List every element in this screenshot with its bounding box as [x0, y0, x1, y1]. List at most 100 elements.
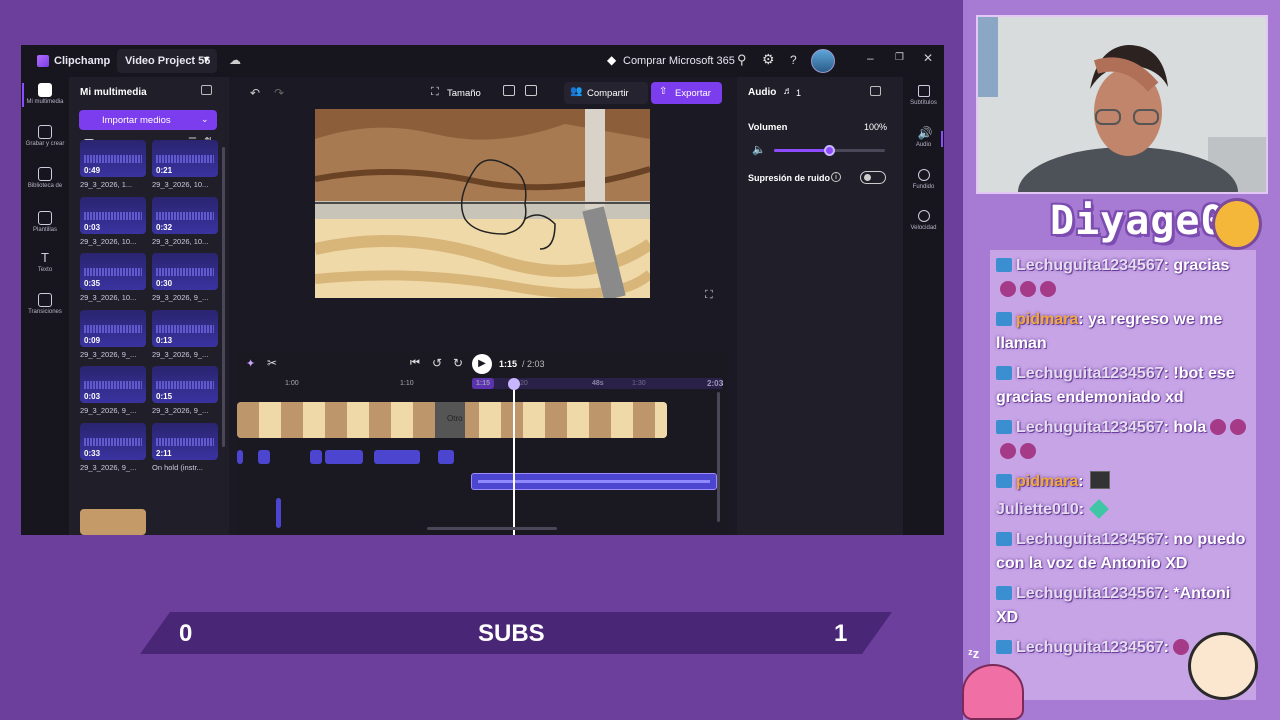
info-icon[interactable]: i	[831, 172, 841, 182]
play-button[interactable]: ▶	[472, 354, 492, 374]
library-icon	[38, 167, 52, 181]
chat-username: Lechuguita1234567	[1016, 365, 1164, 382]
export-label: Exportar	[675, 88, 711, 99]
media-filename: 29_3_2026, 10...	[80, 293, 137, 302]
media-thumbnail[interactable]: 0:03	[80, 197, 146, 234]
crop-icon: ⛶	[431, 86, 439, 98]
split-view-icon[interactable]	[503, 85, 515, 96]
volume-slider-thumb[interactable]	[823, 145, 835, 156]
audio-clip[interactable]	[438, 450, 454, 464]
minimize-icon[interactable]: –	[867, 51, 874, 65]
clipchamp-logo-icon	[37, 55, 49, 67]
media-thumbnail[interactable]: 0:03	[80, 366, 146, 403]
undo-icon[interactable]: ↶	[250, 86, 260, 100]
screenshot-icon[interactable]	[525, 85, 537, 96]
rail-item-my-media[interactable]: Mi multimedia	[21, 83, 69, 106]
chat-text: :	[1163, 639, 1169, 656]
chat-message: Lechuguita1234567: hola	[996, 416, 1248, 464]
chevron-down-icon[interactable]: ⌄	[201, 114, 209, 125]
captions-icon	[917, 85, 930, 97]
timeline-scrollbar[interactable]	[717, 392, 720, 522]
rail-item-fade[interactable]: Fundido	[903, 169, 944, 190]
connect-icon[interactable]: ⚲	[737, 52, 747, 68]
cut-icon[interactable]: ✂	[267, 356, 277, 370]
redo-icon[interactable]: ↷	[274, 86, 284, 100]
channel-name: Diyage0	[1050, 198, 1226, 244]
waveform	[84, 325, 142, 333]
media-thumbnail[interactable]: 0:32	[152, 197, 218, 234]
music-clip-selected[interactable]	[471, 473, 717, 490]
media-thumbnail[interactable]: 0:30	[152, 253, 218, 290]
forward-icon[interactable]: ↻	[453, 356, 463, 370]
media-partial-thumb[interactable]	[80, 509, 146, 535]
media-thumbnail[interactable]: 0:15	[152, 366, 218, 403]
media-filename: 29_3_2026, 9_...	[152, 350, 209, 359]
help-icon[interactable]: ?	[790, 53, 797, 67]
rail-item-transitions[interactable]: Transiciones	[21, 293, 69, 316]
rewind-icon[interactable]: ↺	[432, 356, 442, 370]
media-thumbnail[interactable]: 0:21	[152, 140, 218, 177]
media-thumbnail[interactable]: 0:49	[80, 140, 146, 177]
project-name-dropdown[interactable]: Video Project 56 ▼	[117, 49, 217, 73]
rail-item-text[interactable]: T Texto	[21, 251, 69, 274]
subs-label: SUBS	[478, 620, 545, 647]
rail-item-library[interactable]: Biblioteca de	[21, 167, 69, 190]
audio-clip[interactable]	[258, 450, 270, 464]
noise-suppression-toggle[interactable]	[860, 171, 886, 184]
playhead-handle[interactable]	[508, 378, 520, 390]
timeline-h-scrollbar[interactable]	[427, 527, 557, 530]
fullscreen-icon[interactable]: ⛶	[705, 289, 713, 302]
media-duration: 0:03	[84, 392, 101, 401]
platform-badge-icon	[996, 420, 1012, 434]
media-thumbnail[interactable]: 0:13	[152, 310, 218, 347]
audio-clip[interactable]	[374, 450, 420, 464]
media-thumbnail[interactable]: 2:11	[152, 423, 218, 460]
magic-icon[interactable]: ✦	[246, 357, 255, 370]
collapse-panel-icon[interactable]	[201, 85, 212, 95]
chat-username: pidmara	[1016, 473, 1079, 490]
cloud-off-icon[interactable]: ☁	[229, 53, 241, 67]
import-media-button[interactable]: Importar medios ⌄	[79, 110, 217, 130]
rail-item-subtitles[interactable]: Subtítulos	[903, 85, 944, 106]
gear-icon[interactable]: ⚙	[762, 51, 775, 68]
video-clip[interactable]: Otro	[237, 402, 667, 438]
waveform	[84, 268, 142, 276]
skip-back-icon[interactable]: ⏮	[410, 357, 420, 370]
platform-badge-icon	[996, 312, 1012, 326]
rail-item-speed[interactable]: Velocidad	[903, 210, 944, 231]
chat-username: pidmara	[1016, 311, 1079, 328]
maximize-icon[interactable]: ❐	[895, 52, 904, 63]
share-button[interactable]: 👥 Compartir	[564, 82, 648, 104]
volume-slider-fill	[774, 149, 830, 152]
audio-clip[interactable]	[310, 450, 322, 464]
scrollbar[interactable]	[222, 147, 225, 447]
media-thumbnail[interactable]: 0:09	[80, 310, 146, 347]
media-thumbnail[interactable]: 0:33	[80, 423, 146, 460]
rail-item-audio[interactable]: 🔊 Audio	[903, 127, 944, 148]
avatar[interactable]	[811, 49, 835, 73]
speaker-icon: 🔈	[752, 144, 766, 156]
share-label: Compartir	[587, 88, 629, 99]
volume-label: Volumen	[748, 122, 788, 133]
media-thumbnail[interactable]: 0:35	[80, 253, 146, 290]
collapse-panel-icon[interactable]	[870, 86, 881, 96]
sleep-zz-icon: ᶻz	[968, 646, 980, 661]
time-ruler[interactable]: 1:00 1:10 1:15 20 48s 1:30 2:03	[237, 378, 727, 392]
rail-item-templates[interactable]: Plantillas	[21, 211, 69, 234]
audio-clip[interactable]	[237, 450, 243, 464]
buy-microsoft-365-link[interactable]: Comprar Microsoft 365	[623, 55, 735, 67]
audio-clip[interactable]	[276, 498, 281, 528]
playhead[interactable]	[513, 380, 515, 535]
volume-slider[interactable]	[774, 145, 885, 156]
rail-active-indicator	[941, 131, 943, 147]
size-button[interactable]: ⛶ Tamaño	[427, 82, 495, 104]
chevron-down-icon: ▼	[202, 54, 211, 64]
export-button[interactable]: ⇧ Exportar	[651, 82, 722, 104]
rail-item-record[interactable]: Grabar y crear	[21, 125, 69, 148]
audio-clip[interactable]	[325, 450, 363, 464]
waveform	[84, 438, 142, 446]
devil-emote-icon	[1020, 281, 1036, 297]
preview-frame-image	[315, 109, 650, 298]
close-icon[interactable]: ✕	[923, 51, 933, 65]
video-preview[interactable]	[315, 109, 650, 298]
